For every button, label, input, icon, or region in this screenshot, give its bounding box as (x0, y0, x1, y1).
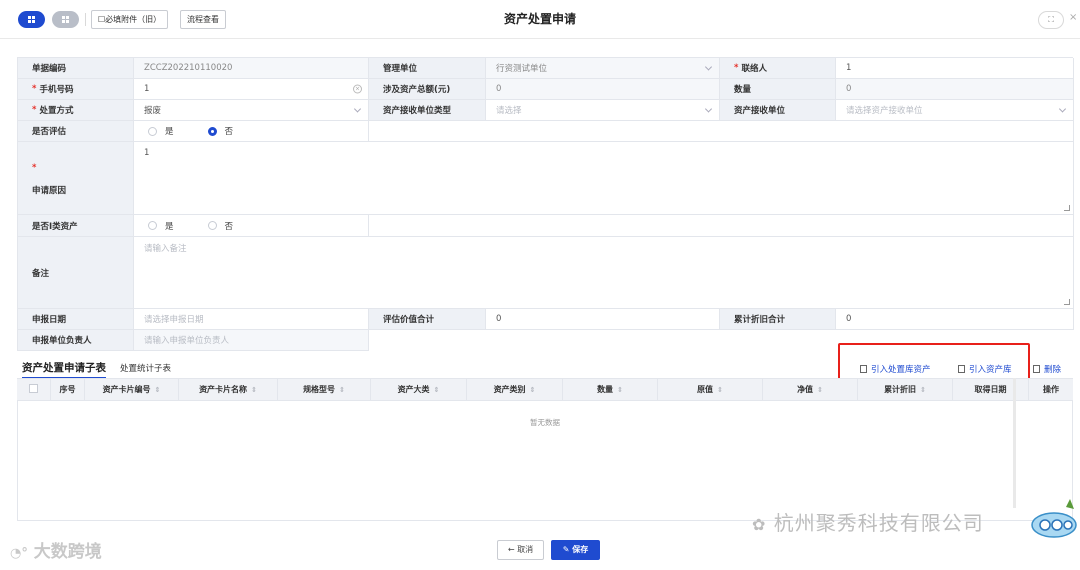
chevron-down-icon (704, 63, 713, 71)
chevron-down-icon (353, 105, 362, 113)
subtable-header: 序号 资产卡片编号 ⇕ 资产卡片名称 ⇕ 规格型号 ⇕ 资产大类 ⇕ 资产类别 ⇕ 数量 ⇕… (17, 378, 1073, 401)
reason-label: * 申请原因 (18, 142, 134, 215)
form-row-8: 申报日期 请选择申报日期 评估价值合计 0 累计折旧合计 0 (17, 309, 1074, 330)
report-date-label: 申报日期 (18, 309, 134, 330)
unit-manager-label: 申报单位负责人 (18, 330, 134, 351)
subtable-body: 暂无数据 (17, 401, 1073, 521)
col-net-value[interactable]: 净值 ⇕ (763, 379, 858, 400)
is-evaluated-radio-group: 是 否 (134, 121, 369, 142)
sort-icon: ⇕ (920, 386, 926, 394)
form-row-5: * 申请原因 1 (17, 142, 1074, 215)
col-index: 序号 (51, 379, 85, 400)
is-class1-radio-group: 是 否 (134, 215, 369, 237)
is-class1-label: 是否Ⅰ类资产 (18, 215, 134, 237)
reason-textarea[interactable]: 1 (134, 142, 1074, 215)
sort-icon: ⇕ (339, 386, 345, 394)
form-row-2: * 手机号码 1 × 涉及资产总额(元) 0 数量 0 (17, 79, 1074, 100)
eval-total-label: 评估价值合计 (369, 309, 486, 330)
highlight-annotation-box (838, 343, 1030, 381)
chevron-down-icon (1058, 105, 1067, 113)
tab-disposal-detail[interactable]: 资产处置申请子表 (22, 360, 106, 379)
close-icon[interactable]: × (1069, 12, 1077, 23)
chevron-down-icon (704, 105, 713, 113)
mascot-logo-icon (1031, 499, 1077, 538)
col-category-major[interactable]: 资产大类 ⇕ (371, 379, 467, 400)
col-actions: 操作 (1043, 385, 1059, 394)
radio-no[interactable] (207, 221, 217, 230)
empty-cell (369, 215, 1074, 237)
col-quantity[interactable]: 数量 ⇕ (563, 379, 658, 400)
receiver-type-select[interactable]: 请选择 (486, 100, 720, 121)
watermark-left: ◔° 大数跨境 (10, 542, 102, 562)
empty-cell (369, 121, 1074, 142)
sort-icon: ⇕ (529, 386, 536, 394)
radio-yes[interactable] (148, 126, 157, 136)
mgmt-unit-label: 管理单位 (369, 58, 486, 79)
eval-total-field: 0 (486, 309, 720, 330)
page-title: 资产处置申请 (503, 12, 576, 26)
doc-code-field: ZCCZ202210110020 (134, 58, 369, 79)
quantity-label: 数量 (720, 79, 836, 100)
unit-manager-input[interactable]: 请输入申报单位负责人 (134, 330, 369, 351)
watermark-logo-icon: ◔° (10, 546, 28, 561)
resize-handle-icon[interactable] (1064, 299, 1070, 305)
doc-code-label: 单据编码 (18, 58, 134, 79)
quantity-field: 0 (836, 79, 1074, 100)
col-spec[interactable]: 规格型号 ⇕ (278, 379, 371, 400)
col-card-name[interactable]: 资产卡片名称 ⇕ (179, 379, 278, 400)
sort-icon: ⇕ (251, 386, 257, 394)
tab-disposal-stats[interactable]: 处置统计子表 (120, 362, 171, 374)
select-all-checkbox[interactable] (17, 379, 51, 400)
form-row-1: 单据编码 ZCCZ202210110020 管理单位 行资测试单位 * 联络人 1 (17, 57, 1074, 79)
fullscreen-icon[interactable]: ⛶ (1038, 11, 1064, 29)
sort-icon: ⇕ (817, 386, 823, 394)
remark-textarea[interactable]: 请输入备注 (134, 237, 1074, 309)
total-amount-field: 0 (486, 79, 720, 100)
sort-icon: ⇕ (433, 386, 440, 394)
radio-no-selected[interactable] (207, 126, 217, 136)
remark-label: 备注 (18, 237, 134, 309)
receiver-unit-label: 资产接收单位 (720, 100, 836, 121)
contact-label: * 联络人 (720, 58, 836, 79)
col-acquire-date: 取得日期 (953, 379, 1029, 400)
receiver-unit-select[interactable]: 请选择资产接收单位 (836, 100, 1074, 121)
delete-button[interactable]: 删除 (1033, 363, 1061, 375)
is-evaluated-label: 是否评估 (18, 121, 134, 142)
sort-icon: ⇕ (154, 386, 161, 394)
save-button[interactable]: ✎ 保存 (551, 540, 600, 560)
top-toolbar: ☐必填附件（旧） 流程查看 资产处置申请 ⛶ × (0, 0, 1080, 36)
mgmt-unit-select[interactable]: 行资测试单位 (486, 58, 720, 79)
depr-total-label: 累计折旧合计 (720, 309, 836, 330)
depr-total-field: 0 (836, 309, 1074, 330)
col-category[interactable]: 资产类别 ⇕ (467, 379, 563, 400)
resize-handle-icon[interactable] (1064, 205, 1070, 211)
cancel-button[interactable]: ← 取消 (497, 540, 544, 560)
phone-input[interactable]: 1 × (134, 79, 369, 100)
phone-label: * 手机号码 (18, 79, 134, 100)
checkbox-icon (29, 384, 38, 393)
radio-yes[interactable] (148, 221, 157, 230)
contact-input[interactable]: 1 (836, 58, 1074, 79)
disposal-method-label: * 处置方式 (18, 100, 134, 121)
form-row-3: * 处置方式 报废 资产接收单位类型 请选择 资产接收单位 请选择资产接收单位 (17, 100, 1074, 121)
col-card-no[interactable]: 资产卡片编号 ⇕ (85, 379, 179, 400)
receiver-type-label: 资产接收单位类型 (369, 100, 486, 121)
disposal-method-select[interactable]: 报废 (134, 100, 369, 121)
clear-icon[interactable]: × (353, 84, 362, 94)
form-row-6: 是否Ⅰ类资产 是 否 (17, 215, 1074, 237)
watermark-right: ✿ 杭州聚秀科技有限公司 (752, 511, 984, 535)
total-amount-label: 涉及资产总额(元) (369, 79, 486, 100)
form-row-4: 是否评估 是 否 (17, 121, 1074, 142)
form-row-7: 备注 请输入备注 (17, 237, 1074, 309)
wechat-icon: ✿ (752, 515, 767, 534)
col-depreciation[interactable]: 累计折旧 ⇕ (858, 379, 953, 400)
sort-icon: ⇕ (717, 386, 723, 394)
header-divider (0, 38, 1080, 39)
report-date-picker[interactable]: 请选择申报日期 (134, 309, 369, 330)
col-original-value[interactable]: 原值 ⇕ (658, 379, 763, 400)
empty-state-text: 暂无数据 (530, 418, 560, 427)
sort-icon: ⇕ (617, 386, 623, 394)
delete-icon (1033, 365, 1040, 373)
vertical-scrollbar[interactable] (1013, 378, 1016, 508)
